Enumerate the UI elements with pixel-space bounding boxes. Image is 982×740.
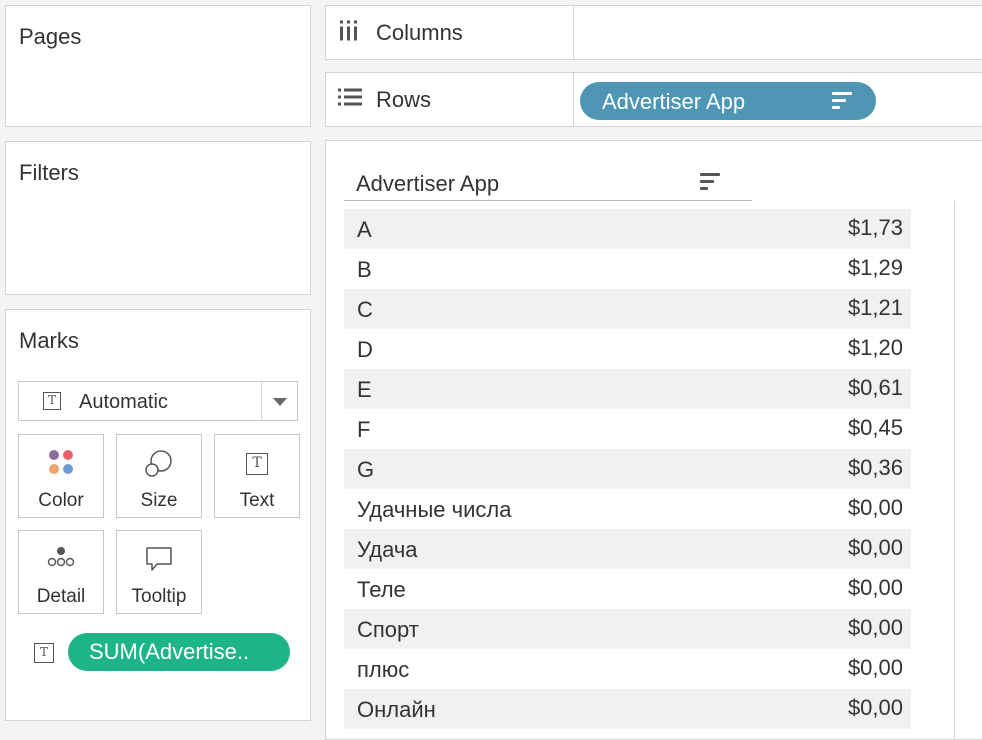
columns-shelf-label: Columns [326, 6, 574, 59]
size-label: Size [140, 490, 178, 511]
row-value: $0,00 [847, 655, 903, 680]
table-row[interactable]: F $0,45 [344, 409, 911, 449]
marks-title: Marks [19, 328, 79, 353]
scrolled-row-remnant [344, 201, 911, 209]
row-name: C [357, 297, 373, 322]
table-row[interactable]: C $1,21 [344, 289, 911, 329]
text-button[interactable]: T Text [214, 434, 300, 518]
mark-type-value: Automatic [79, 391, 168, 413]
table-row[interactable]: D $1,20 [344, 329, 911, 369]
columns-icon [338, 20, 360, 45]
row-value: $1,29 [847, 255, 903, 280]
columns-label: Columns [376, 19, 463, 45]
row-value: $0,36 [847, 455, 903, 480]
row-name: D [357, 337, 373, 362]
tooltip-label: Tooltip [131, 586, 187, 607]
row-value: $0,61 [847, 375, 903, 400]
row-value: $0,00 [847, 535, 903, 560]
row-value: $1,73 [847, 215, 903, 240]
sum-advertiser-pill[interactable]: SUM(Advertise.. [68, 633, 290, 671]
detail-button[interactable]: Detail [18, 530, 104, 614]
mark-type-dropdown[interactable]: T Automatic [18, 381, 298, 421]
rows-icon [338, 88, 362, 111]
table-row[interactable]: Удача $0,00 [344, 529, 911, 569]
row-name: G [357, 457, 375, 482]
rows-label: Rows [376, 86, 432, 112]
color-label: Color [38, 490, 84, 511]
sum-advertiser-pill-label: SUM(Advertise.. [89, 639, 250, 664]
row-value: $0,00 [847, 695, 903, 720]
advertiser-app-pill-label: Advertiser App [602, 89, 746, 114]
row-value: $0,00 [847, 575, 903, 600]
row-name: E [357, 377, 372, 402]
table-body: A $1,73 B $1,29 C $1,21 D $1,20 E $0,61 F $0,45 G $0,… [344, 209, 911, 729]
row-value: $0,45 [847, 415, 903, 440]
columns-shelf[interactable]: Columns [325, 5, 982, 60]
row-name: плюс [357, 657, 410, 682]
rows-shelf[interactable]: Rows Advertiser App [325, 72, 982, 127]
table-row[interactable]: плюс $0,00 [344, 649, 911, 689]
size-icon [144, 449, 174, 479]
detail-label: Detail [36, 586, 86, 607]
table-row[interactable]: E $0,61 [344, 369, 911, 409]
row-name: Спорт [357, 617, 419, 642]
filters-title: Filters [19, 160, 79, 185]
row-name: Удача [357, 537, 418, 562]
table-row[interactable]: Спорт $0,00 [344, 609, 911, 649]
tooltip-button[interactable]: Tooltip [116, 530, 202, 614]
table-row[interactable]: Удачные числа $0,00 [344, 489, 911, 529]
detail-icon [46, 545, 76, 569]
sort-descending-icon[interactable] [700, 173, 720, 191]
text-icon: T [246, 453, 268, 475]
text-encoding-icon: T [34, 643, 54, 663]
table-row[interactable]: A $1,73 [344, 209, 911, 249]
table-row[interactable]: B $1,29 [344, 249, 911, 289]
row-name: F [357, 417, 371, 442]
sort-descending-icon[interactable] [832, 92, 852, 110]
color-button[interactable]: Color [18, 434, 104, 518]
marks-card: Marks T Automatic Color Size T Text Deta… [5, 309, 311, 721]
row-name: Удачные числа [357, 497, 512, 522]
color-dots-icon [48, 449, 74, 475]
chevron-down-icon[interactable] [273, 398, 287, 406]
tooltip-icon [145, 545, 173, 573]
column-header-advertiser-app[interactable]: Advertiser App [356, 171, 499, 197]
table-view: Advertiser App A $1,73 B $1,29 C $1,21 D $1,20 E… [325, 140, 982, 740]
table-row[interactable]: Онлайн $0,00 [344, 689, 911, 729]
advertiser-app-pill[interactable]: Advertiser App [580, 82, 876, 120]
size-button[interactable]: Size [116, 434, 202, 518]
text-label: Text [239, 490, 275, 511]
table-row[interactable]: Теле $0,00 [344, 569, 911, 609]
text-mark-icon: T [43, 392, 61, 410]
table-row[interactable]: G $0,36 [344, 449, 911, 489]
row-value: $0,00 [847, 495, 903, 520]
row-name: A [357, 217, 372, 242]
dropdown-divider [261, 382, 262, 420]
pane-divider [954, 201, 955, 739]
row-value: $1,20 [847, 335, 903, 360]
row-value: $0,00 [847, 615, 903, 640]
filters-card[interactable]: Filters [5, 141, 311, 295]
row-value: $1,21 [847, 295, 903, 320]
pages-title: Pages [19, 24, 82, 49]
pages-card[interactable]: Pages [5, 5, 311, 127]
row-name: B [357, 257, 372, 282]
row-name: Онлайн [357, 697, 436, 722]
rows-shelf-label: Rows [326, 73, 574, 126]
row-name: Теле [357, 577, 406, 602]
